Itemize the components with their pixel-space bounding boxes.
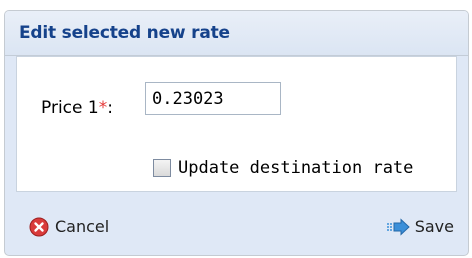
update-destination-rate-checkbox[interactable] [153,159,171,177]
update-destination-rate-row[interactable]: Update destination rate [153,158,413,178]
price-input[interactable] [145,82,281,115]
price-label: Price 1*: [41,98,113,118]
update-destination-rate-label[interactable]: Update destination rate [178,158,413,178]
cancel-icon [29,217,49,236]
cancel-button[interactable]: Cancel [29,217,109,237]
price-label-text: Price 1 [41,98,99,118]
save-label: Save [414,217,454,236]
edit-rate-dialog: Edit selected new rate Price 1*: Update … [4,10,469,256]
save-arrow-icon [386,217,410,236]
dialog-title: Edit selected new rate [19,23,230,43]
price-label-colon: : [107,98,113,118]
save-button[interactable]: Save [385,217,454,236]
dialog-header: Edit selected new rate [5,11,468,56]
cancel-label: Cancel [55,217,110,236]
dialog-footer: Cancel Save [5,204,468,249]
required-marker: * [98,98,108,118]
